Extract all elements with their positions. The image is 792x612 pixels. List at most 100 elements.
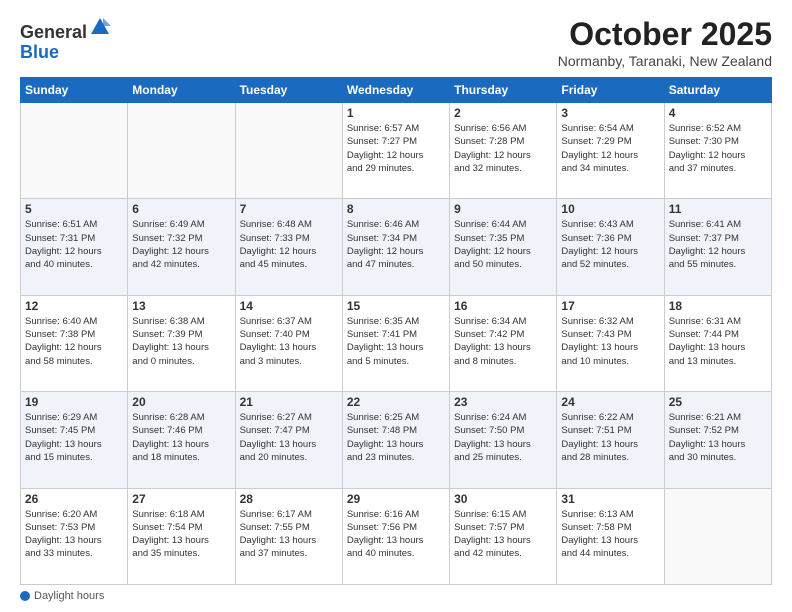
day-number: 4 [669, 106, 767, 120]
day-number: 31 [561, 492, 659, 506]
day-info: Sunrise: 6:16 AM Sunset: 7:56 PM Dayligh… [347, 508, 445, 561]
calendar-header-wednesday: Wednesday [342, 78, 449, 103]
calendar-cell: 7 Sunrise: 6:48 AM Sunset: 7:33 PM Daylig… [235, 199, 342, 295]
calendar-header-friday: Friday [557, 78, 664, 103]
calendar-cell: 25Sunrise: 6:21 AM Sunset: 7:52 PM Dayli… [664, 392, 771, 488]
day-number: 30 [454, 492, 552, 506]
calendar-cell: 13 Sunrise: 6:38 AM Sunset: 7:39 PM Dayli… [128, 295, 235, 391]
day-number: 26 [25, 492, 123, 506]
day-number: 8 [347, 202, 445, 216]
day-info: Sunrise: 6:20 AM Sunset: 7:53 PM Dayligh… [25, 508, 123, 561]
header: General Blue October 2025 Normanby, Tara… [20, 16, 772, 69]
calendar-header-row: SundayMondayTuesdayWednesdayThursdayFrid… [21, 78, 772, 103]
calendar-cell: 21 Sunrise: 6:27 AM Sunset: 7:47 PM Dayli… [235, 392, 342, 488]
day-info: Sunrise: 6:44 AM Sunset: 7:35 PM Dayligh… [454, 218, 552, 271]
day-number: 19 [25, 395, 123, 409]
day-number: 11 [669, 202, 767, 216]
day-number: 13 [132, 299, 230, 313]
day-info: Sunrise: 6:18 AM Sunset: 7:54 PM Dayligh… [132, 508, 230, 561]
calendar-cell: 1Sunrise: 6:57 AM Sunset: 7:27 PM Daylig… [342, 103, 449, 199]
calendar-cell: 6 Sunrise: 6:49 AM Sunset: 7:32 PM Daylig… [128, 199, 235, 295]
calendar-header-sunday: Sunday [21, 78, 128, 103]
day-number: 6 [132, 202, 230, 216]
calendar-cell: 30 Sunrise: 6:15 AM Sunset: 7:57 PM Dayli… [450, 488, 557, 584]
calendar-cell: 28 Sunrise: 6:17 AM Sunset: 7:55 PM Dayli… [235, 488, 342, 584]
day-info: Sunrise: 6:28 AM Sunset: 7:46 PM Dayligh… [132, 411, 230, 464]
calendar-cell: 19 Sunrise: 6:29 AM Sunset: 7:45 PM Dayli… [21, 392, 128, 488]
calendar-cell [235, 103, 342, 199]
day-info: Sunrise: 6:41 AM Sunset: 7:37 PM Dayligh… [669, 218, 767, 271]
calendar-header-tuesday: Tuesday [235, 78, 342, 103]
calendar-cell: 18Sunrise: 6:31 AM Sunset: 7:44 PM Dayli… [664, 295, 771, 391]
day-number: 9 [454, 202, 552, 216]
day-info: Sunrise: 6:29 AM Sunset: 7:45 PM Dayligh… [25, 411, 123, 464]
calendar-cell: 2Sunrise: 6:56 AM Sunset: 7:28 PM Daylig… [450, 103, 557, 199]
calendar-cell: 22 Sunrise: 6:25 AM Sunset: 7:48 PM Dayli… [342, 392, 449, 488]
day-number: 5 [25, 202, 123, 216]
title-block: October 2025 Normanby, Taranaki, New Zea… [558, 16, 772, 69]
logo-blue-text: Blue [20, 42, 59, 62]
calendar-header-saturday: Saturday [664, 78, 771, 103]
day-info: Sunrise: 6:49 AM Sunset: 7:32 PM Dayligh… [132, 218, 230, 271]
day-number: 18 [669, 299, 767, 313]
day-info: Sunrise: 6:37 AM Sunset: 7:40 PM Dayligh… [240, 315, 338, 368]
calendar-cell [21, 103, 128, 199]
day-number: 16 [454, 299, 552, 313]
calendar-cell [664, 488, 771, 584]
calendar-table: SundayMondayTuesdayWednesdayThursdayFrid… [20, 77, 772, 585]
day-number: 25 [669, 395, 767, 409]
day-number: 10 [561, 202, 659, 216]
calendar-cell: 23Sunrise: 6:24 AM Sunset: 7:50 PM Dayli… [450, 392, 557, 488]
calendar-cell: 9 Sunrise: 6:44 AM Sunset: 7:35 PM Daylig… [450, 199, 557, 295]
month-title: October 2025 [558, 16, 772, 53]
day-number: 24 [561, 395, 659, 409]
day-info: Sunrise: 6:40 AM Sunset: 7:38 PM Dayligh… [25, 315, 123, 368]
day-number: 22 [347, 395, 445, 409]
calendar-cell: 5Sunrise: 6:51 AM Sunset: 7:31 PM Daylig… [21, 199, 128, 295]
logo-icon [89, 16, 111, 38]
location: Normanby, Taranaki, New Zealand [558, 53, 772, 69]
day-info: Sunrise: 6:27 AM Sunset: 7:47 PM Dayligh… [240, 411, 338, 464]
logo: General Blue [20, 16, 111, 63]
day-number: 15 [347, 299, 445, 313]
page: General Blue October 2025 Normanby, Tara… [0, 0, 792, 612]
calendar-cell: 27Sunrise: 6:18 AM Sunset: 7:54 PM Dayli… [128, 488, 235, 584]
day-info: Sunrise: 6:25 AM Sunset: 7:48 PM Dayligh… [347, 411, 445, 464]
day-number: 2 [454, 106, 552, 120]
day-info: Sunrise: 6:34 AM Sunset: 7:42 PM Dayligh… [454, 315, 552, 368]
day-info: Sunrise: 6:32 AM Sunset: 7:43 PM Dayligh… [561, 315, 659, 368]
day-info: Sunrise: 6:48 AM Sunset: 7:33 PM Dayligh… [240, 218, 338, 271]
day-number: 21 [240, 395, 338, 409]
day-info: Sunrise: 6:15 AM Sunset: 7:57 PM Dayligh… [454, 508, 552, 561]
calendar-cell: 4 Sunrise: 6:52 AM Sunset: 7:30 PM Daylig… [664, 103, 771, 199]
day-number: 14 [240, 299, 338, 313]
day-info: Sunrise: 6:43 AM Sunset: 7:36 PM Dayligh… [561, 218, 659, 271]
calendar-cell: 20 Sunrise: 6:28 AM Sunset: 7:46 PM Dayli… [128, 392, 235, 488]
day-info: Sunrise: 6:38 AM Sunset: 7:39 PM Dayligh… [132, 315, 230, 368]
daylight-label: Daylight hours [34, 590, 104, 602]
calendar-week-row: 19 Sunrise: 6:29 AM Sunset: 7:45 PM Dayli… [21, 392, 772, 488]
daylight-dot [20, 591, 30, 601]
calendar-cell: 16 Sunrise: 6:34 AM Sunset: 7:42 PM Dayli… [450, 295, 557, 391]
calendar-week-row: 26 Sunrise: 6:20 AM Sunset: 7:53 PM Dayli… [21, 488, 772, 584]
daylight-legend: Daylight hours [20, 590, 104, 602]
day-info: Sunrise: 6:22 AM Sunset: 7:51 PM Dayligh… [561, 411, 659, 464]
day-info: Sunrise: 6:52 AM Sunset: 7:30 PM Dayligh… [669, 122, 767, 175]
day-info: Sunrise: 6:17 AM Sunset: 7:55 PM Dayligh… [240, 508, 338, 561]
calendar-cell: 12 Sunrise: 6:40 AM Sunset: 7:38 PM Dayli… [21, 295, 128, 391]
calendar-cell: 29 Sunrise: 6:16 AM Sunset: 7:56 PM Dayli… [342, 488, 449, 584]
calendar-week-row: 1Sunrise: 6:57 AM Sunset: 7:27 PM Daylig… [21, 103, 772, 199]
day-info: Sunrise: 6:35 AM Sunset: 7:41 PM Dayligh… [347, 315, 445, 368]
calendar-cell: 24 Sunrise: 6:22 AM Sunset: 7:51 PM Dayli… [557, 392, 664, 488]
calendar-header-thursday: Thursday [450, 78, 557, 103]
day-number: 3 [561, 106, 659, 120]
day-number: 12 [25, 299, 123, 313]
day-number: 20 [132, 395, 230, 409]
day-number: 7 [240, 202, 338, 216]
day-info: Sunrise: 6:46 AM Sunset: 7:34 PM Dayligh… [347, 218, 445, 271]
day-number: 29 [347, 492, 445, 506]
day-number: 1 [347, 106, 445, 120]
calendar-header-monday: Monday [128, 78, 235, 103]
calendar-cell: 17Sunrise: 6:32 AM Sunset: 7:43 PM Dayli… [557, 295, 664, 391]
day-number: 28 [240, 492, 338, 506]
